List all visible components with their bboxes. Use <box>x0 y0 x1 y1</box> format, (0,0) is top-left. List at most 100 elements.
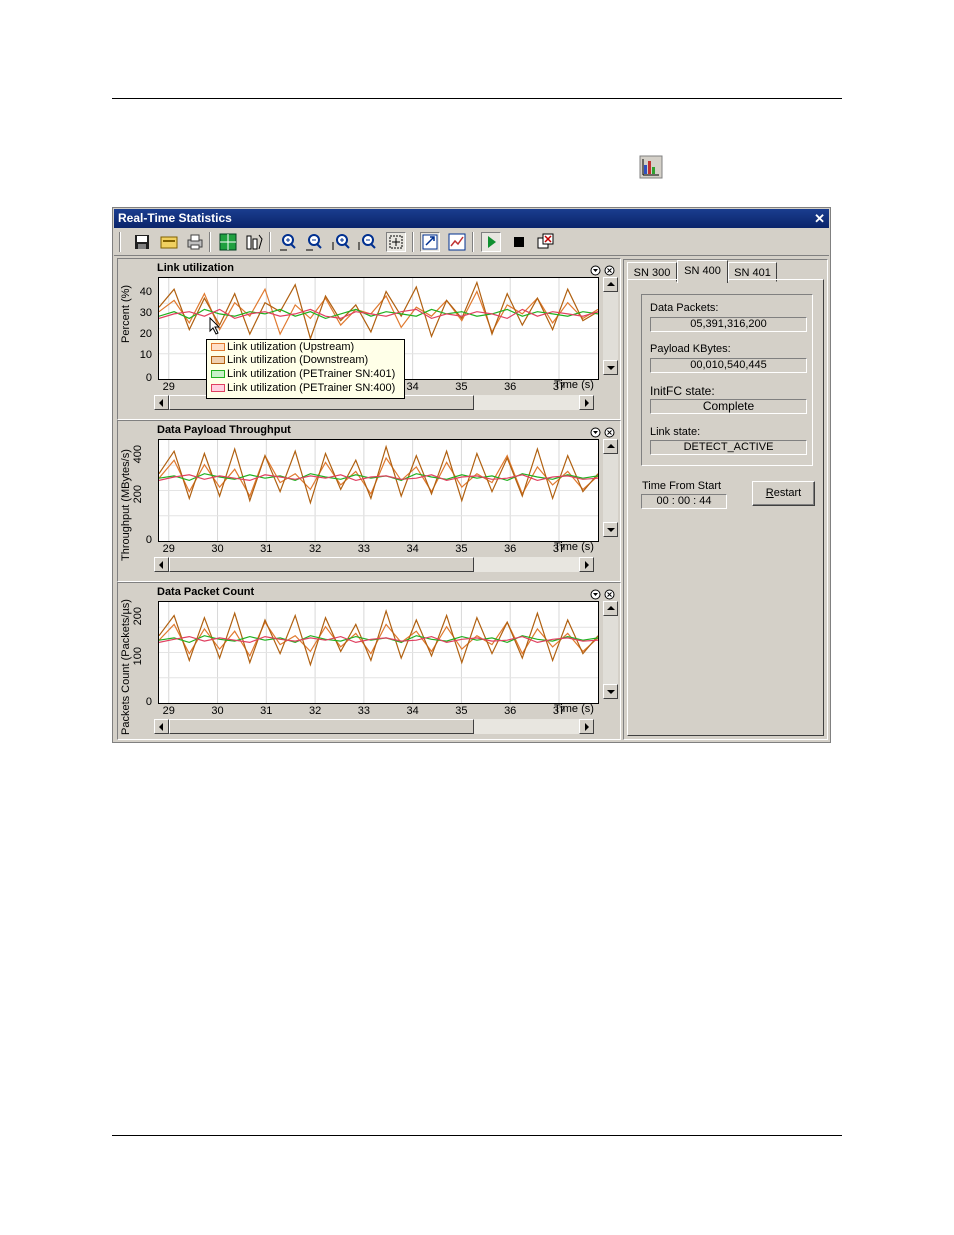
zoom-box-icon[interactable] <box>386 232 406 252</box>
scroll-right-button[interactable] <box>579 557 594 572</box>
scroll-right-button[interactable] <box>579 395 594 410</box>
vertical-scrollbar[interactable] <box>603 439 618 537</box>
scroll-left-button[interactable] <box>154 719 169 734</box>
chart-title: Link utilization <box>157 262 234 274</box>
scroll-down-button[interactable] <box>603 522 618 537</box>
x-tick-label: 33 <box>357 543 370 555</box>
open-icon[interactable] <box>159 232 179 252</box>
y-tick-label: 30 <box>139 307 152 319</box>
collapse-icon[interactable] <box>590 263 601 276</box>
y-axis-label: Packets Count (Packets/µs) <box>120 599 132 735</box>
grid-icon[interactable] <box>218 232 238 252</box>
scroll-thumb[interactable] <box>169 719 474 734</box>
scroll-right-button[interactable] <box>579 719 594 734</box>
x-axis-label: Time (s) <box>554 379 594 391</box>
y-tick-label: 0 <box>145 696 152 708</box>
legend-item: Link utilization (Downstream) <box>211 354 368 367</box>
data-packets-label: Data Packets: <box>650 302 719 314</box>
link-state-value: DETECT_ACTIVE <box>650 440 807 455</box>
legend-item: Link utilization (Upstream) <box>211 341 354 354</box>
real-time-statistics-icon <box>639 155 663 179</box>
collapse-icon[interactable] <box>590 425 601 438</box>
stop-icon[interactable] <box>509 232 529 252</box>
legend-label: Link utilization (PETrainer SN:400) <box>227 382 396 394</box>
x-tick-label: 32 <box>308 705 322 717</box>
plot-area[interactable] <box>158 601 599 704</box>
chart-settings-icon[interactable] <box>244 232 264 252</box>
save-icon[interactable] <box>132 232 152 252</box>
start-icon[interactable] <box>481 232 501 252</box>
link-state-label: Link state: <box>650 426 701 438</box>
collapse-icon[interactable] <box>590 587 601 600</box>
autoscale-icon[interactable] <box>447 232 467 252</box>
y-tick-label: 0 <box>145 372 152 384</box>
scroll-left-button[interactable] <box>154 395 169 410</box>
legend-swatch <box>211 384 225 393</box>
scroll-down-button[interactable] <box>603 684 618 699</box>
fit-icon[interactable] <box>420 232 440 252</box>
restart-mnemonic: R <box>765 487 774 499</box>
legend-item: Link utilization (PETrainer SN:401) <box>211 368 395 381</box>
legend-label: Link utilization (Downstream) <box>227 354 369 366</box>
x-tick-label: 29 <box>162 705 175 717</box>
vertical-scrollbar[interactable] <box>603 601 618 699</box>
vertical-scrollbar[interactable] <box>603 277 618 375</box>
y-tick-label: 20 <box>139 328 152 340</box>
scroll-up-button[interactable] <box>603 277 618 292</box>
header-rule <box>112 98 842 99</box>
chart-panel-data-packet-count: Data Packet Count Packets Count (Packets… <box>117 582 621 740</box>
plot-area[interactable] <box>158 439 599 542</box>
horizontal-scrollbar[interactable] <box>154 719 594 734</box>
x-tick-label: 29 <box>162 543 175 555</box>
series-line <box>159 280 598 341</box>
chart-panel-link-utilization: Link utilization Percent (%) 40 30 20 10… <box>117 258 621 420</box>
initfc-state-value: Complete <box>650 399 807 414</box>
data-packets-value: 05,391,316,200 <box>650 317 807 332</box>
y-tick-label: 0 <box>145 534 152 546</box>
x-tick-label: 35 <box>455 705 468 717</box>
scroll-up-button[interactable] <box>603 439 618 454</box>
time-from-start-label: Time From Start <box>642 480 722 492</box>
scroll-thumb[interactable] <box>169 557 474 572</box>
close-icon[interactable]: ✕ <box>814 209 825 228</box>
toolbar-separator <box>209 232 211 252</box>
tab-sn-400[interactable]: SN 400 <box>677 260 728 283</box>
payload-kbytes-label: Payload KBytes: <box>650 343 731 355</box>
time-from-start-value: 00 : 00 : 44 <box>641 494 727 509</box>
scroll-left-button[interactable] <box>154 557 169 572</box>
close-chart-icon[interactable] <box>604 425 615 438</box>
toolbar-separator <box>412 232 414 252</box>
zoom-out-x-icon[interactable] <box>305 232 325 252</box>
tab-content: Data Packets: 05,391,316,200 Payload KBy… <box>627 279 824 736</box>
chart-title: Data Packet Count <box>157 586 255 598</box>
zoom-in-x-icon[interactable] <box>279 232 299 252</box>
scroll-up-button[interactable] <box>603 601 618 616</box>
y-tick-label: 100 <box>132 647 144 666</box>
x-tick-label: 30 <box>211 705 224 717</box>
x-tick-label: 34 <box>406 381 419 393</box>
zoom-in-y-icon[interactable] <box>331 232 351 252</box>
real-time-statistics-window: Real-Time Statistics ✕ Link utilization … <box>112 207 831 743</box>
x-tick-label: 36 <box>504 705 517 717</box>
close-chart-icon[interactable] <box>604 263 615 276</box>
x-tick-label: 34 <box>406 705 419 717</box>
horizontal-scrollbar[interactable] <box>154 557 594 572</box>
y-axis-label: Throughput (MBytes/s) <box>120 449 132 561</box>
legend-swatch <box>211 356 225 365</box>
x-tick-label: 35 <box>455 381 468 393</box>
x-tick-label: 31 <box>260 705 273 717</box>
close-chart-icon[interactable] <box>604 587 615 600</box>
y-tick-label: 200 <box>132 607 144 626</box>
x-tick-label: 31 <box>260 543 273 555</box>
scroll-down-button[interactable] <box>603 360 618 375</box>
y-tick-label: 10 <box>139 349 152 361</box>
statistics-panel: SN 300 SN 400 SN 401 Data Packets: 05,39… <box>623 259 828 740</box>
x-tick-label: 29 <box>162 381 175 393</box>
legend-swatch <box>211 370 225 379</box>
clear-icon[interactable] <box>535 232 555 252</box>
restart-button[interactable]: Restart <box>752 481 815 506</box>
x-tick-label: 36 <box>504 543 517 555</box>
zoom-out-y-icon[interactable] <box>357 232 377 252</box>
print-icon[interactable] <box>185 232 205 252</box>
y-tick-label: 40 <box>139 286 152 298</box>
